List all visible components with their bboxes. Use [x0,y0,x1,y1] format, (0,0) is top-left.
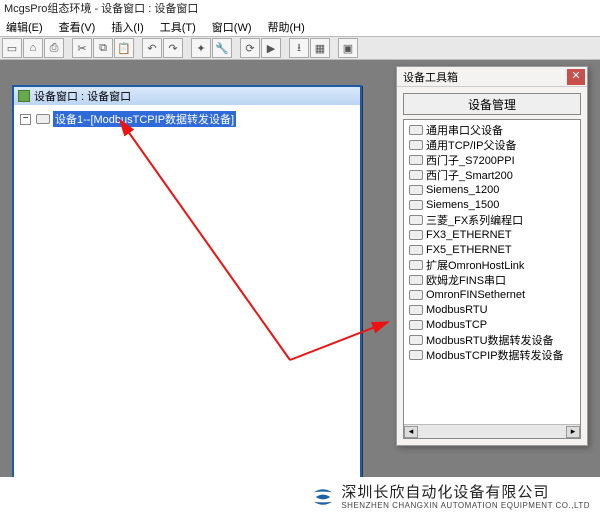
child-window-titlebar[interactable]: 设备窗口 : 设备窗口 [14,87,360,105]
device-toolbox: 设备工具箱 ✕ 设备管理 通用串口父设备通用TCP/IP父设备西门子_S7200… [396,66,588,446]
device-item-icon [409,305,423,315]
tb-download-icon[interactable]: ⭳ [289,38,309,58]
menu-bar: 编辑(E) 查看(V) 插入(I) 工具(T) 窗口(W) 帮助(H) [0,18,600,36]
device-item-icon [409,335,423,345]
device-list-item[interactable]: Siemens_1500 [406,197,578,212]
device-item-icon [409,245,423,255]
tree-root-row[interactable]: − 设备1--[ModbusTCPIP数据转发设备] [20,111,354,127]
tb-redo-icon[interactable]: ↷ [163,38,183,58]
menu-insert[interactable]: 插入(I) [107,19,147,35]
device-item-icon [409,350,423,360]
branding-footer: 深圳长欣自动化设备有限公司 SHENZHEN CHANGXIN AUTOMATI… [0,477,600,517]
close-icon[interactable]: ✕ [567,69,585,85]
device-list-item[interactable]: 扩展OmronHostLink [406,257,578,272]
tb-settings-icon[interactable]: ✦ [191,38,211,58]
device-node-icon [36,114,50,124]
company-name-cn: 深圳长欣自动化设备有限公司 [341,484,549,501]
device-item-label: FX5_ETHERNET [426,244,512,256]
device-list-item[interactable]: ModbusTCP [406,317,578,332]
device-item-label: 三菱_FX系列编程口 [426,212,523,228]
device-list-item[interactable]: ModbusRTU [406,302,578,317]
tb-copy-icon[interactable]: ⧉ [93,38,113,58]
device-item-label: Siemens_1200 [426,184,499,196]
menu-edit[interactable]: 编辑(E) [2,19,47,35]
menu-help[interactable]: 帮助(H) [264,19,309,35]
device-item-icon [409,140,423,150]
tb-new-icon[interactable]: ▭ [2,38,22,58]
device-list-item[interactable]: OmronFINSethernet [406,287,578,302]
device-manage-button[interactable]: 设备管理 [403,93,581,115]
toolbar: ▭ ⌂ ⎙ ✂ ⧉ 📋 ↶ ↷ ✦ 🔧 ⟳ ▶ ⭳ ▦ ▣ [0,36,600,60]
device-list-item[interactable]: 西门子_Smart200 [406,167,578,182]
tree-root-label[interactable]: 设备1--[ModbusTCPIP数据转发设备] [53,111,236,127]
tb-undo-icon[interactable]: ↶ [142,38,162,58]
device-item-icon [409,320,423,330]
device-list-item[interactable]: FX3_ETHERNET [406,227,578,242]
device-item-label: ModbusTCP [426,319,487,331]
device-item-label: 西门子_Smart200 [426,167,513,183]
device-list-item[interactable]: 三菱_FX系列编程口 [406,212,578,227]
tb-play-icon[interactable]: ▶ [261,38,281,58]
device-child-window: 设备窗口 : 设备窗口 − 设备1--[ModbusTCPIP数据转发设备] [12,85,362,505]
device-item-label: ModbusRTU数据转发设备 [426,332,554,348]
tb-open-icon[interactable]: ⌂ [23,38,43,58]
company-logo-icon [311,485,335,509]
device-item-icon [409,230,423,240]
device-item-icon [409,125,423,135]
device-item-label: 通用TCP/IP父设备 [426,137,516,153]
device-item-icon [409,260,423,270]
device-item-label: 通用串口父设备 [426,122,503,138]
device-item-icon [409,170,423,180]
device-list-item[interactable]: 欧姆龙FINS串口 [406,272,578,287]
menu-view[interactable]: 查看(V) [55,19,100,35]
tb-cut-icon[interactable]: ✂ [72,38,92,58]
device-list-item[interactable]: 通用串口父设备 [406,122,578,137]
tb-paste-icon[interactable]: 📋 [114,38,134,58]
tb-print-icon[interactable]: ⎙ [44,38,64,58]
window-title: McgsPro组态环境 - 设备窗口 : 设备窗口 [0,0,600,18]
device-item-label: 欧姆龙FINS串口 [426,272,506,288]
device-window-icon [18,90,30,102]
device-item-icon [409,290,423,300]
tb-device-icon[interactable]: ▦ [310,38,330,58]
menu-window[interactable]: 窗口(W) [208,19,256,35]
device-list-item[interactable]: 通用TCP/IP父设备 [406,137,578,152]
device-item-label: 扩展OmronHostLink [426,257,524,273]
mdi-client: 设备窗口 : 设备窗口 − 设备1--[ModbusTCPIP数据转发设备] 设… [0,60,600,477]
device-list-item[interactable]: FX5_ETHERNET [406,242,578,257]
company-name-en: SHENZHEN CHANGXIN AUTOMATION EQUIPMENT C… [341,501,590,510]
device-list-item[interactable]: Siemens_1200 [406,182,578,197]
tb-panel-icon[interactable]: ▣ [338,38,358,58]
tb-wrench-icon[interactable]: 🔧 [212,38,232,58]
device-item-label: FX3_ETHERNET [426,229,512,241]
device-item-label: OmronFINSethernet [426,289,525,301]
scroll-left-icon[interactable]: ◂ [404,426,418,438]
device-list-item[interactable]: ModbusTCPIP数据转发设备 [406,347,578,362]
toolbox-title: 设备工具箱 [403,69,458,85]
device-item-icon [409,215,423,225]
device-item-label: ModbusTCPIP数据转发设备 [426,347,564,363]
child-window-title: 设备窗口 : 设备窗口 [34,88,131,104]
scroll-right-icon[interactable]: ▸ [566,426,580,438]
tb-refresh-icon[interactable]: ⟳ [240,38,260,58]
device-list-item[interactable]: ModbusRTU数据转发设备 [406,332,578,347]
device-item-label: ModbusRTU [426,304,488,316]
device-item-icon [409,275,423,285]
device-item-icon [409,185,423,195]
device-item-icon [409,200,423,210]
horizontal-scrollbar[interactable]: ◂ ▸ [404,424,580,438]
device-item-label: 西门子_S7200PPI [426,152,515,168]
menu-tools[interactable]: 工具(T) [156,19,200,35]
device-item-label: Siemens_1500 [426,199,499,211]
device-item-icon [409,155,423,165]
device-list[interactable]: 通用串口父设备通用TCP/IP父设备西门子_S7200PPI西门子_Smart2… [403,119,581,439]
device-list-item[interactable]: 西门子_S7200PPI [406,152,578,167]
tree-collapse-icon[interactable]: − [20,114,31,125]
